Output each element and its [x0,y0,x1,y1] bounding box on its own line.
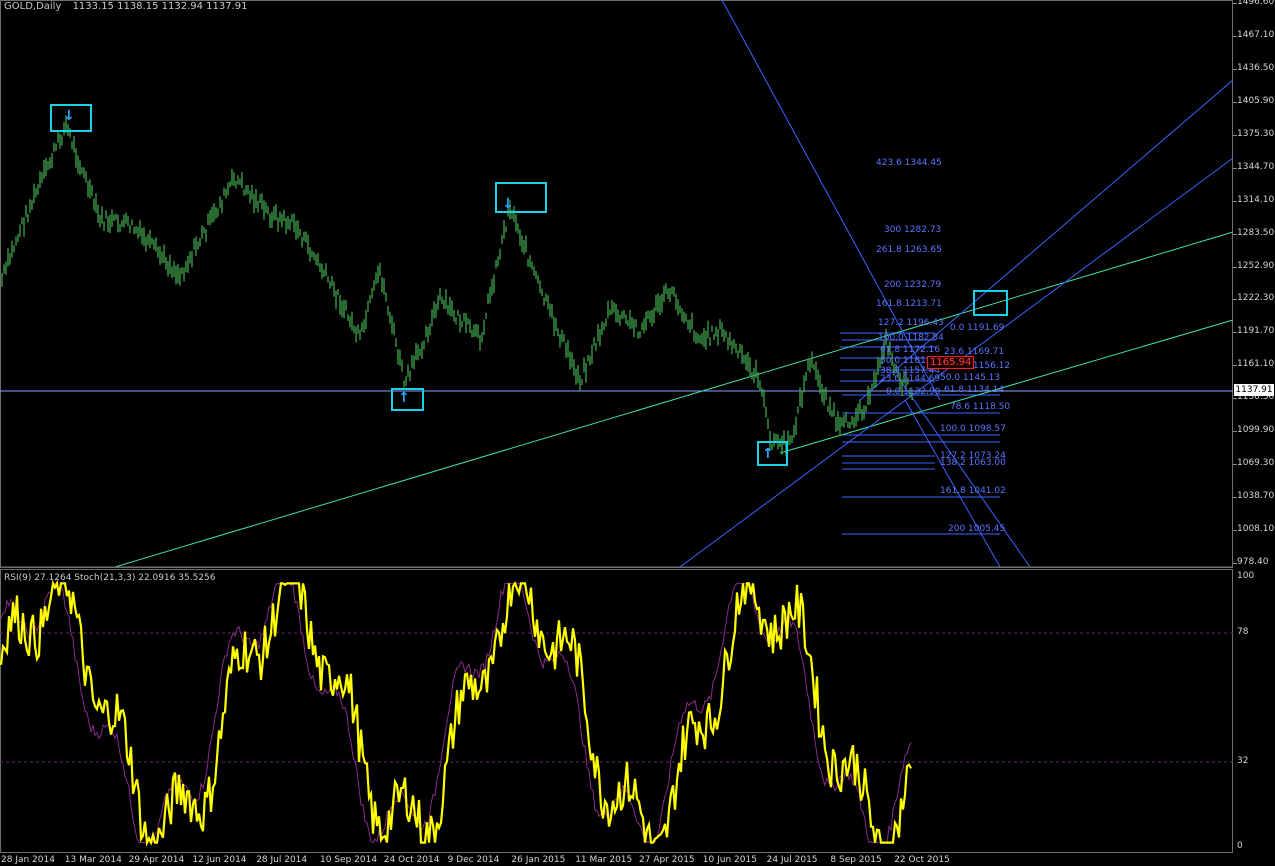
date-axis-label: 28 Jul 2014 [256,855,308,865]
price-axis-tick [1233,497,1237,499]
price-axis-label: 1008.10 [1237,524,1275,535]
date-axis-label: 24 Oct 2014 [383,855,440,865]
marker-box-target[interactable] [973,290,1008,316]
fibo-level-label: 161.8 1041.02 [940,486,1006,496]
fibo-level-label: 200 1232.79 [884,280,942,290]
chart-canvas [0,0,1234,847]
symbol-timeframe: GOLD,Daily [4,1,62,12]
fibo-level-label: 61.8 1172.16 [880,345,941,355]
date-axis-label: 11 Mar 2015 [575,855,633,865]
current-price-tag: 1137.91 [1234,384,1274,396]
date-axis-label: 26 Jan 2015 [511,855,566,865]
fibo-level-label: 61.8 1134.14 [944,385,1005,395]
price-axis-tick [1233,365,1237,367]
date-axis-label: 12 Jun 2014 [192,855,247,865]
indicator-axis-label: 100 [1237,571,1255,581]
price-axis-tick [1233,35,1237,37]
price-axis-tick [1233,3,1237,4]
price-axis-tick [1233,563,1237,564]
indicator-axis-label: 32 [1237,756,1249,766]
date-axis-label: 27 Apr 2015 [639,855,695,865]
price-axis-label: 1496.60 [1237,0,1275,7]
date-axis-label: 9 Dec 2014 [447,855,500,865]
price-axis-tick [1233,332,1237,334]
price-axis-label: 1191.70 [1237,326,1275,337]
fibo-level-label: 261.8 1263.65 [876,245,942,255]
indicator-axis-label: 78 [1237,627,1249,637]
price-axis-label: 1467.10 [1237,29,1275,40]
price-axis-tick [1233,530,1237,532]
rsi-line [0,579,912,847]
price-axis-label: 1375.30 [1237,128,1275,139]
date-axis-label: 24 Jul 2015 [766,855,818,865]
price-axis-tick [1233,299,1237,301]
arrow-down-icon: ↓ [502,196,514,212]
price-axis-label: 1283.50 [1237,227,1275,238]
chart-title: GOLD,Daily 1133.15 1138.15 1132.94 1137.… [4,1,248,13]
price-axis-tick [1233,167,1237,169]
arrow-up-icon: ↑ [762,446,774,462]
price-axis-tick [1233,398,1237,400]
date-axis-label: 10 Jun 2015 [702,855,757,865]
date-axis-label: 29 Apr 2014 [128,855,185,865]
price-axis-label: 1069.30 [1237,458,1275,469]
fibo-level-label: 100.0 1182.84 [878,333,944,343]
fibo-level-label: 127.2 1196.43 [878,318,944,328]
price-axis-label: 1314.10 [1237,194,1275,205]
date-axis-label: 10 Sep 2014 [320,855,378,865]
arrow-down-icon: ↓ [63,108,75,124]
fibo-level-label: 100.0 1098.57 [940,424,1006,434]
fibo-level-label: 300 1282.73 [884,225,942,235]
fibo-level-label: 161.8 1213.71 [876,299,942,309]
fibo-level-label: 138.2 1063.00 [940,458,1006,468]
fibo-level-label: 423.6 1344.45 [876,158,942,168]
indicator-axis-label: 0 [1237,841,1243,851]
date-axis-label: 28 Jan 2014 [1,855,55,865]
price-axis-label: 1405.90 [1237,95,1275,106]
price-axis-label: 1252.90 [1237,260,1275,271]
price-axis-tick [1233,200,1237,202]
price-axis-tick [1233,464,1237,466]
date-axis-label: 8 Sep 2015 [830,855,882,865]
arrow-up-icon: ↑ [398,390,410,406]
ohlc-values: 1133.15 1138.15 1132.94 1137.91 [72,1,248,12]
price-axis-label: 1099.90 [1237,425,1275,436]
date-axis-label: 13 Mar 2014 [64,855,122,865]
date-axis-label: 22 Oct 2015 [894,855,950,865]
fibo-level-label: 0.0 1191.69 [950,323,1005,333]
price-axis-label: 1038.70 [1237,491,1275,502]
price-axis-label: 1344.70 [1237,161,1275,172]
fibo-level-label: 50.0 1145.13 [940,373,1001,383]
fibo-level-label: 23.6 1144.69 [880,374,941,384]
fibo-level-label: 200 1005.45 [948,524,1006,534]
price-axis-tick [1233,68,1237,70]
price-axis-tick [1233,134,1237,136]
fibo-level-label: 0.0 1132.90 [886,387,941,397]
price-axis-label: 1161.10 [1237,359,1275,370]
price-axis-label: 1436.50 [1237,62,1275,73]
price-axis-tick [1233,266,1237,268]
price-axis-tick [1233,233,1237,235]
fibo-level-label: 78.6 1118.50 [950,402,1011,412]
marked-price-badge: 1165.94 [927,356,975,369]
price-axis-label: 1222.30 [1237,293,1275,304]
indicator-title: RSI(9) 27.1264 Stoch(21,3,3) 22.0916 35.… [4,573,216,583]
price-axis-label: 978.40 [1237,557,1269,567]
price-axis-tick [1233,101,1237,103]
price-axis-tick [1233,431,1237,433]
